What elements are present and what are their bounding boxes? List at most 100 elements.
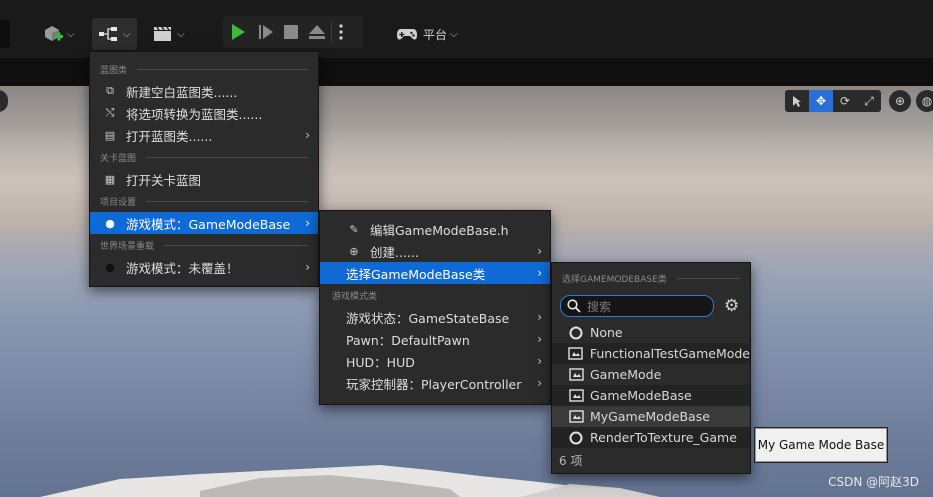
platforms-button[interactable]: 平台 ⌵ [390,18,464,50]
game-mode-submenu: ✎ 编辑GameModeBase.h ⊕ 创建...... › 选择GameMo… [319,210,551,405]
class-list-item[interactable]: None [552,322,750,343]
section-title: 选择GAMEMODEBASE类 [562,274,667,285]
blueprint-icon [99,27,117,41]
class-list-item[interactable]: FunctionalTestGameMode [552,343,750,364]
chevron-right-icon: › [537,310,542,324]
class-picker-panel: 选择GAMEMODEBASE类 搜索 ⚙ None FunctionalTest… [551,262,751,474]
stop-icon [284,25,298,39]
bullet-icon: ● [105,260,115,274]
stop-button[interactable] [279,16,303,48]
menu-item-label: 游戏状态：GameStateBase [346,310,510,326]
transform-tools: ✥ ⟳ ⤢ [785,90,881,112]
gamepad-icon [397,29,417,40]
open-blueprint-class-item[interactable]: ▤ 打开蓝图类...... › [90,124,318,146]
gear-icon: ⚙ [724,296,740,316]
section-header-project-settings: 项目设置 [90,190,318,212]
chevron-down-icon: ⌵ [177,28,185,40]
world-local-toggle[interactable]: ⊕ [889,90,911,112]
class-name: GameModeBase [590,388,692,403]
chevron-down-icon: ⌵ [450,28,458,40]
platforms-label: 平台 [423,27,448,42]
hud-class-item[interactable]: HUD：HUD › [320,350,550,372]
rotate-tool-button[interactable]: ⟳ [833,90,857,112]
select-tool-button[interactable] [785,90,809,112]
class-icon [568,347,584,360]
convert-icon: ⤭ [105,106,115,119]
picker-settings-button[interactable]: ⚙ [724,296,739,316]
play-options-button[interactable] [332,16,350,48]
menu-item-label: 创建...... [370,244,419,260]
eject-icon [309,25,325,39]
menu-item-label: 玩家控制器：PlayerController [346,376,522,392]
eject-button[interactable] [303,16,331,48]
class-search-input[interactable]: 搜索 [560,295,714,317]
class-icon [568,410,584,423]
move-arrows-icon: ✥ [815,94,827,108]
game-state-class-item[interactable]: 游戏状态：GameStateBase › [320,306,550,328]
class-name: GameMode [590,367,662,382]
scale-tool-button[interactable]: ⤢ [857,90,881,112]
toolbar-left-stub[interactable] [0,20,10,48]
chevron-right-icon: › [305,216,310,230]
surface-snapping-button[interactable]: ◍ [916,90,933,112]
chevron-right-icon: › [537,354,542,368]
edit-header-item[interactable]: ✎ 编辑GameModeBase.h [320,218,550,240]
class-list-item[interactable]: GameModeBase [552,385,750,406]
class-tooltip: My Game Mode Base [755,428,887,462]
search-icon [567,299,581,313]
world-game-mode-item[interactable]: ● 游戏模式：未覆盖！ › [90,256,318,278]
class-list-item[interactable]: MyGameModeBase [552,406,750,427]
play-controls [223,16,363,48]
menu-item-label: 游戏模式：GameModeBase [126,216,291,232]
add-actor-button[interactable]: ⌵ [36,18,81,50]
kebab-menu-icon [339,24,343,40]
menu-item-label: 打开蓝图类...... [126,128,213,144]
level-blueprint-icon: ▦ [104,172,116,186]
snapping-icon: ◍ [921,94,933,108]
select-game-mode-class-item[interactable]: 选择GameModeBase类 › [320,262,550,284]
project-game-mode-item[interactable]: ● 游戏模式：GameModeBase › [90,212,318,234]
translate-tool-button[interactable]: ✥ [809,90,833,112]
section-header-blueprint-class: 蓝图类 [90,58,318,80]
create-item[interactable]: ⊕ 创建...... › [320,240,550,262]
globe-icon: ⊕ [894,94,906,108]
search-placeholder: 搜索 [587,299,612,314]
class-icon [568,389,584,402]
section-title: 世界场景重载 [100,241,155,252]
step-forward-icon [259,25,273,39]
chevron-right-icon: › [537,376,542,390]
class-list-item[interactable]: RenderToTexture_Game [552,427,750,448]
chevron-down-icon: ⌵ [67,28,75,40]
player-controller-class-item[interactable]: 玩家控制器：PlayerController › [320,372,550,394]
chevron-right-icon: › [537,244,542,258]
play-button[interactable] [223,16,253,48]
blueprint-menu-button[interactable]: ⌵ [92,18,137,50]
plus-circle-icon: ⊕ [349,244,359,258]
menu-item-label: HUD：HUD [346,354,415,370]
section-header-level-blueprint: 关卡蓝图 [90,146,318,168]
new-empty-blueprint-class-item[interactable]: ⧉ 新建空白蓝图类...... [90,80,318,102]
watermark-text: CSDN @阿赵3D [828,475,919,489]
pawn-class-item[interactable]: Pawn：DefaultPawn › [320,328,550,350]
item-count-label: 6 项 [559,453,583,468]
chevron-right-icon: › [305,128,310,142]
chevron-right-icon: › [537,266,542,280]
class-icon [568,368,584,381]
class-name: FunctionalTestGameMode [589,346,750,361]
open-level-blueprint-item[interactable]: ▦ 打开关卡蓝图 [90,168,318,190]
menu-item-label: 打开关卡蓝图 [126,172,202,188]
menu-item-label: 新建空白蓝图类...... [126,84,238,100]
section-header-world-override: 世界场景重载 [90,234,318,256]
class-list-item[interactable]: GameMode [552,364,750,385]
convert-to-blueprint-item[interactable]: ⤭ 将选项转换为蓝图类...... [90,102,318,124]
open-blueprint-icon: ▤ [104,128,116,142]
class-picker-title: 选择GAMEMODEBASE类 [552,263,750,293]
cinematics-button[interactable]: ⌵ [146,18,191,50]
menu-item-label: Pawn：DefaultPawn [346,332,470,348]
play-icon [232,24,245,40]
advance-frame-button[interactable] [253,16,279,48]
menu-item-label: 编辑GameModeBase.h [370,222,509,238]
rotate-icon: ⟳ [839,94,851,108]
circle-icon [568,431,584,445]
blueprint-new-icon: ⧉ [106,84,114,97]
